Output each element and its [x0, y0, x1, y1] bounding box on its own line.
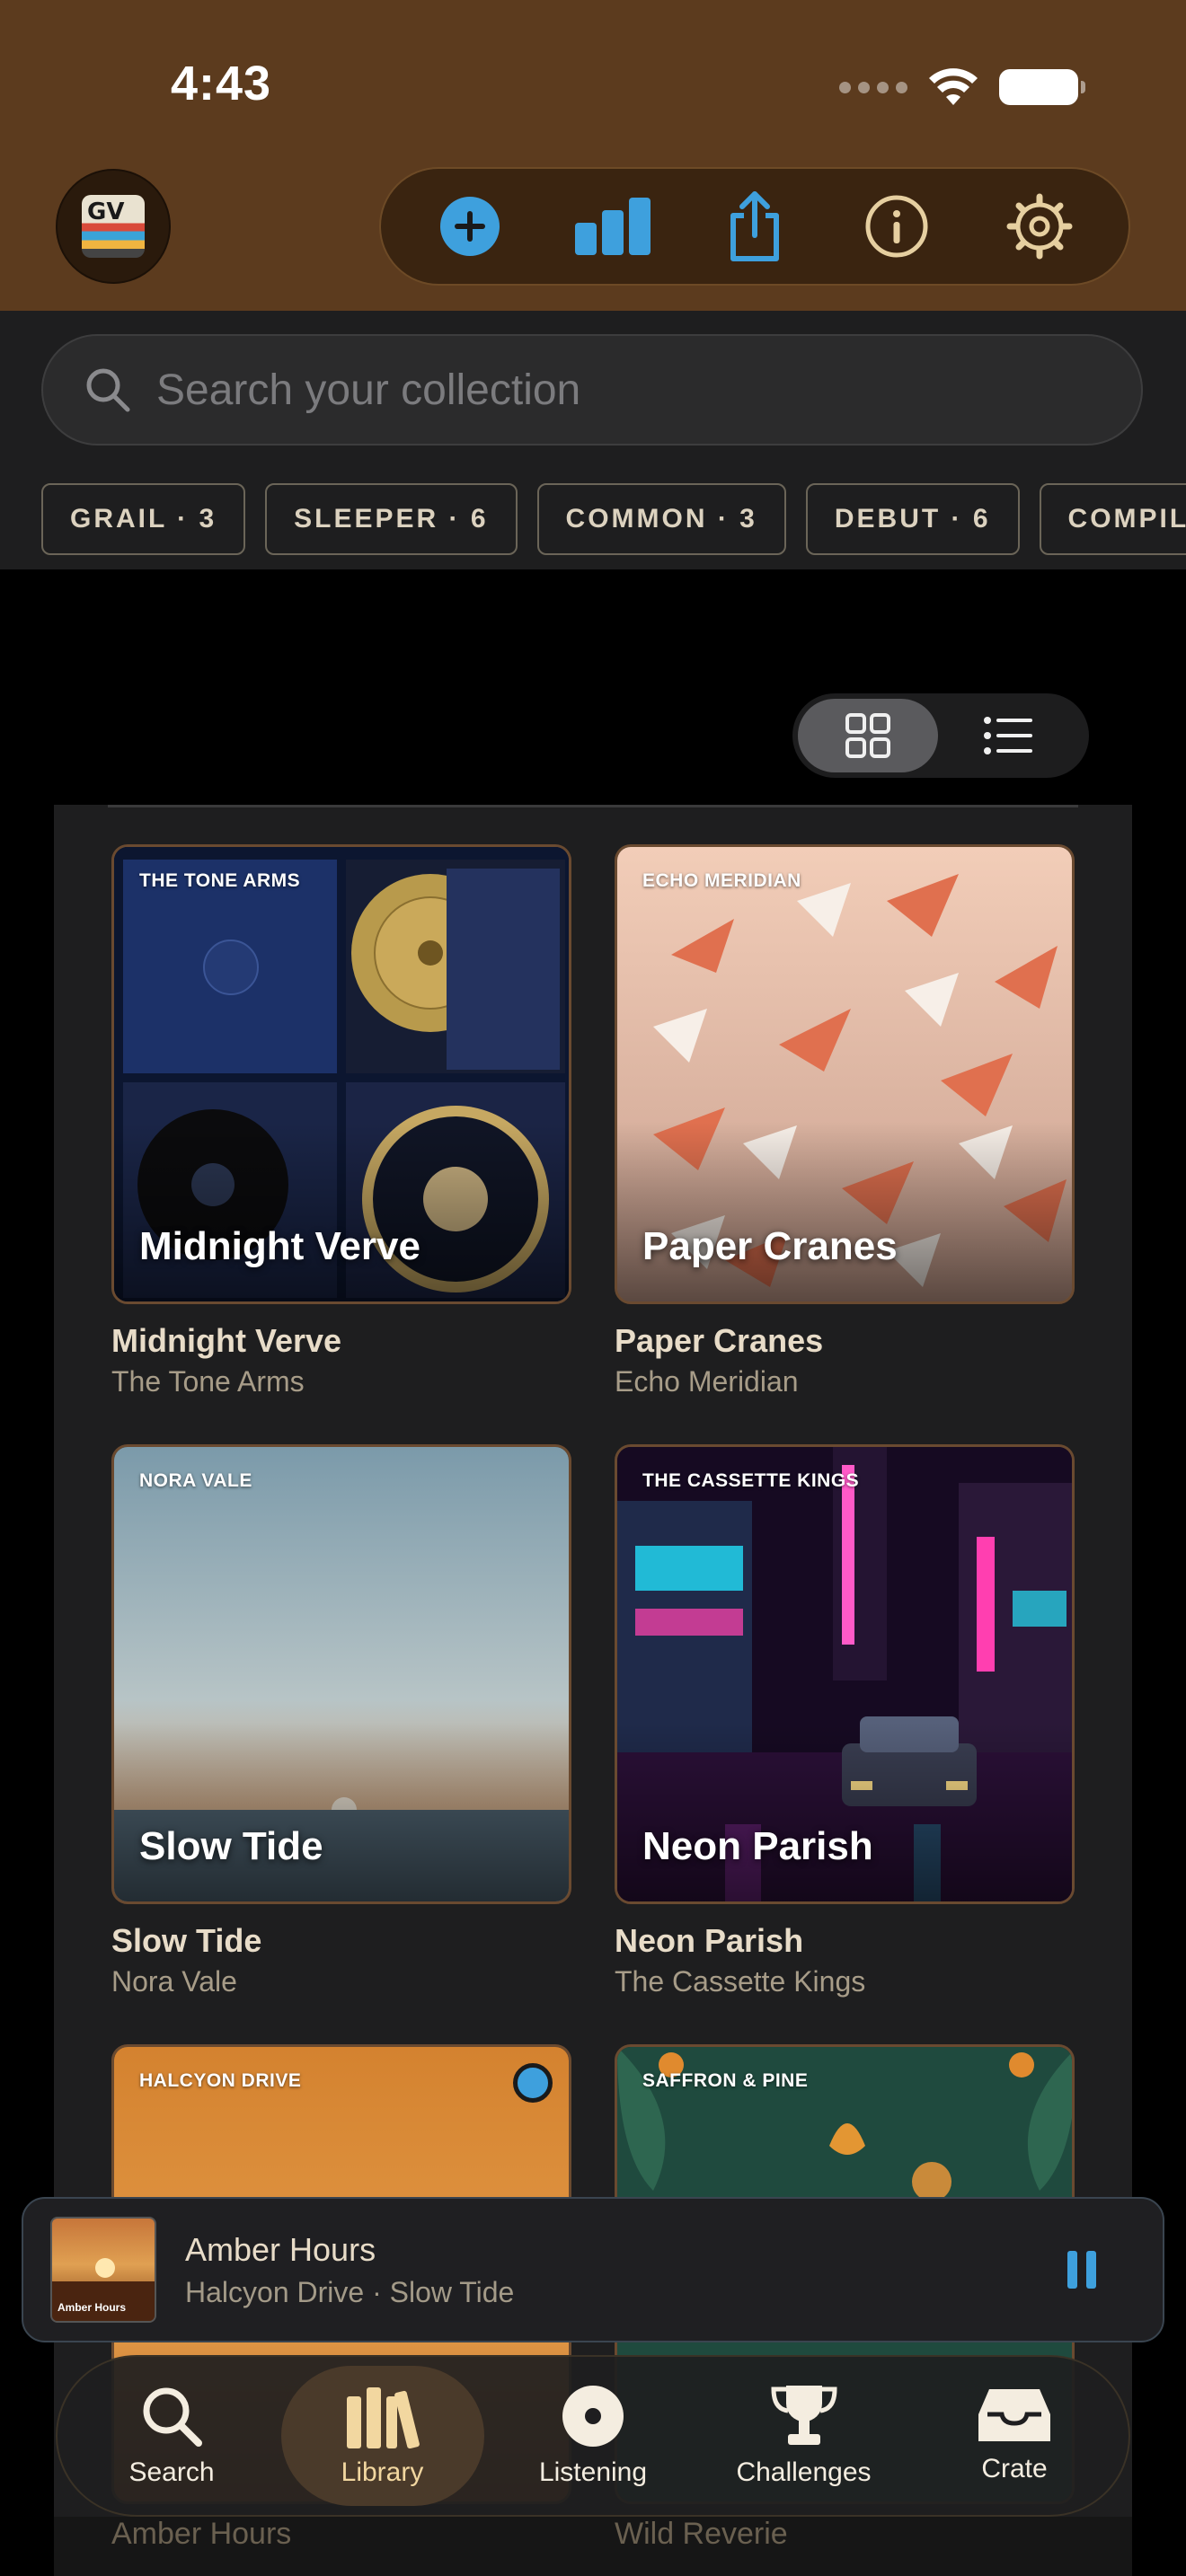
cover-title: Paper Cranes — [642, 1224, 898, 1268]
bar-chart-icon — [574, 198, 651, 255]
tab-bar: Search Library Listening Challenges Crat… — [56, 2355, 1130, 2517]
tab-crate[interactable]: Crate — [913, 2366, 1116, 2506]
pause-icon — [1067, 2251, 1077, 2289]
search-icon — [143, 2387, 202, 2447]
album-title: Wild Reverie — [615, 2517, 788, 2551]
cover-title: Neon Parish — [642, 1824, 873, 1868]
grid-overflow: Amber Hours Wild Reverie — [54, 2517, 1132, 2576]
album-cover: THE CASSETTE KINGS Neon Parish — [615, 1444, 1075, 1904]
album-card[interactable]: THE TONE ARMS Midnight Verve Midnight Ve… — [111, 844, 571, 1398]
owned-badge-icon — [513, 2063, 553, 2103]
album-artist: The Tone Arms — [111, 1365, 305, 1398]
logo-icon — [82, 195, 145, 258]
app-screen: 4:43 GV Search your collection GRAIL · 3… — [0, 0, 1186, 2576]
grid-divider — [108, 805, 1078, 807]
now-playing-artwork: Amber Hours — [50, 2217, 156, 2323]
share-icon — [730, 191, 779, 261]
tab-search[interactable]: Search — [70, 2366, 273, 2506]
settings-button[interactable] — [999, 186, 1080, 267]
battery-icon — [999, 69, 1085, 105]
cover-artist-tag: NORA VALE — [139, 1470, 252, 1491]
now-playing-title: Amber Hours — [185, 2230, 376, 2268]
app-logo-button[interactable] — [56, 169, 171, 284]
cover-artist-tag: THE TONE ARMS — [139, 870, 301, 891]
album-title: Neon Parish — [615, 1922, 804, 1959]
search-input[interactable] — [156, 365, 1055, 415]
album-artist: Echo Meridian — [615, 1365, 799, 1398]
pause-button[interactable] — [1055, 2243, 1109, 2297]
album-card[interactable]: THE CASSETTE KINGS Neon Parish Neon Pari… — [615, 1444, 1075, 1998]
filter-chip-debut[interactable]: DEBUT · 6 — [805, 483, 1020, 555]
tab-library[interactable]: Library — [280, 2366, 484, 2506]
album-artist: The Cassette Kings — [615, 1965, 866, 1998]
tray-icon — [978, 2389, 1050, 2441]
tab-label: Crate — [981, 2454, 1048, 2483]
album-card[interactable]: ECHO MERIDIAN Paper Cranes Paper Cranes … — [615, 844, 1075, 1398]
wifi-icon — [929, 68, 978, 105]
tab-listening[interactable]: Listening — [491, 2366, 695, 2506]
album-title: Paper Cranes — [615, 1322, 824, 1359]
grid-view-button[interactable] — [798, 699, 938, 772]
gear-icon — [1006, 193, 1073, 260]
toolbar — [379, 167, 1130, 286]
plus-circle-icon — [440, 197, 500, 256]
books-icon — [346, 2387, 420, 2448]
now-playing-bar[interactable]: Amber Hours Amber Hours Halcyon Drive · … — [22, 2197, 1164, 2342]
album-artist: Nora Vale — [111, 1965, 237, 1998]
tab-challenges[interactable]: Challenges — [703, 2366, 906, 2506]
list-view-button[interactable] — [938, 699, 1078, 772]
cover-title: Slow Tide — [139, 1824, 323, 1868]
filter-chips: GRAIL · 3 SLEEPER · 6 COMMON · 3 DEBUT ·… — [41, 483, 1186, 555]
trophy-icon — [770, 2386, 837, 2445]
tab-label: Challenges — [736, 2457, 872, 2487]
album-title: Midnight Verve — [111, 1322, 342, 1359]
cover-artist-tag: HALCYON DRIVE — [139, 2070, 302, 2091]
tab-label: Search — [128, 2457, 215, 2487]
share-button[interactable] — [714, 186, 795, 267]
info-icon — [865, 195, 928, 258]
grid-icon — [845, 713, 890, 758]
top-header: 4:43 — [0, 0, 1186, 311]
album-card[interactable]: NORA VALE Slow Tide Slow Tide Nora Vale — [111, 1444, 571, 1998]
filter-chip-compilation[interactable]: COMPIL — [1039, 483, 1186, 555]
now-playing-subtitle: Halcyon Drive · Slow Tide — [185, 2275, 515, 2308]
list-icon — [984, 717, 1032, 754]
album-cover: ECHO MERIDIAN Paper Cranes — [615, 844, 1075, 1304]
search-bar[interactable] — [41, 334, 1143, 446]
search-icon — [86, 368, 130, 412]
cover-title: Midnight Verve — [139, 1224, 420, 1268]
status-icons — [839, 65, 1085, 110]
tab-label: Listening — [538, 2457, 648, 2487]
view-toggle — [792, 693, 1089, 778]
add-button[interactable] — [429, 186, 510, 267]
filter-chip-common[interactable]: COMMON · 3 — [536, 483, 786, 555]
artwork-caption: Amber Hours — [58, 2301, 127, 2314]
record-icon — [562, 2386, 624, 2447]
album-title: Amber Hours — [111, 2517, 292, 2551]
cellular-signal-icon — [839, 81, 907, 93]
filter-chip-grail[interactable]: GRAIL · 3 — [41, 483, 246, 555]
stats-button[interactable] — [572, 186, 653, 267]
filter-chip-sleeper[interactable]: SLEEPER · 6 — [265, 483, 518, 555]
cover-artist-tag: SAFFRON & PINE — [642, 2070, 809, 2091]
album-cover: THE TONE ARMS Midnight Verve — [111, 844, 571, 1304]
album-title: Slow Tide — [111, 1922, 262, 1959]
search-section: GRAIL · 3 SLEEPER · 6 COMMON · 3 DEBUT ·… — [0, 311, 1186, 569]
cover-artist-tag: ECHO MERIDIAN — [642, 870, 801, 891]
status-time: 4:43 — [171, 57, 272, 110]
album-cover: NORA VALE Slow Tide — [111, 1444, 571, 1904]
tab-label: Library — [341, 2457, 424, 2487]
now-playing-info: Amber Hours Halcyon Drive · Slow Tide — [185, 2231, 1055, 2309]
info-button[interactable] — [856, 186, 937, 267]
cover-artist-tag: THE CASSETTE KINGS — [642, 1470, 860, 1491]
